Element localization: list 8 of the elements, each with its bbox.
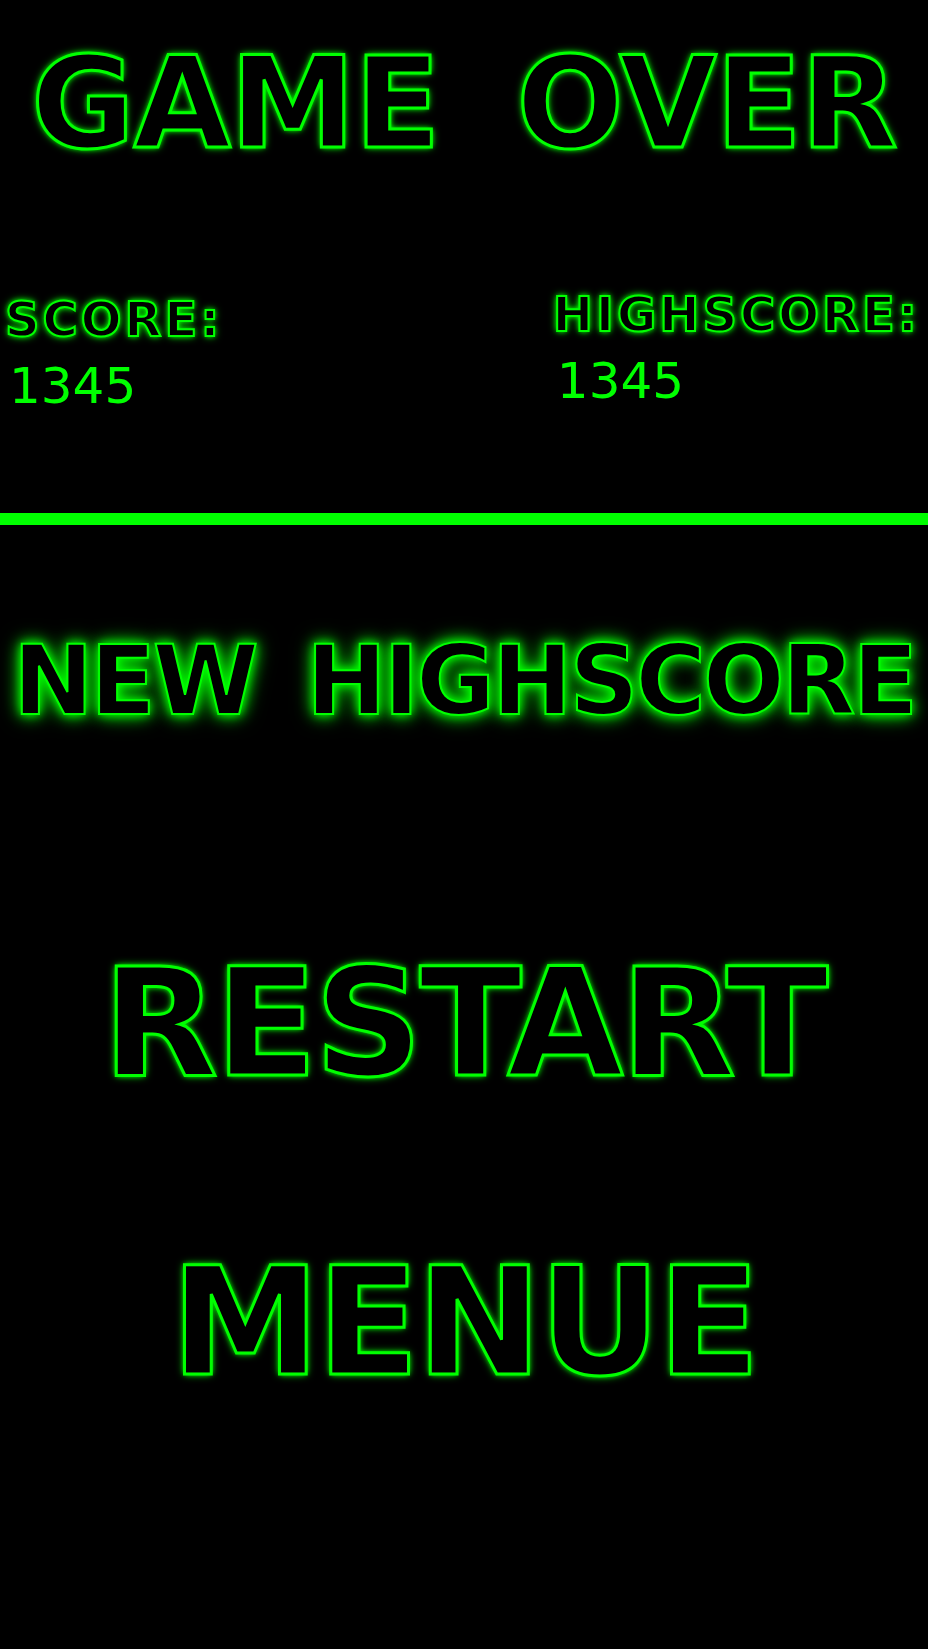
restart-button[interactable]: RESTART: [88, 948, 840, 1098]
game-over-title: GAME OVER: [30, 41, 899, 167]
highscore-value: 1345: [555, 356, 685, 406]
highscore-label: HIGHSCORE:: [552, 290, 920, 338]
score-value: 1345: [8, 361, 137, 411]
new-highscore-text: NEW HIGHSCORE: [0, 623, 928, 739]
menu-button[interactable]: MENUE: [156, 1247, 772, 1397]
score-label: SCORE:: [5, 295, 223, 343]
